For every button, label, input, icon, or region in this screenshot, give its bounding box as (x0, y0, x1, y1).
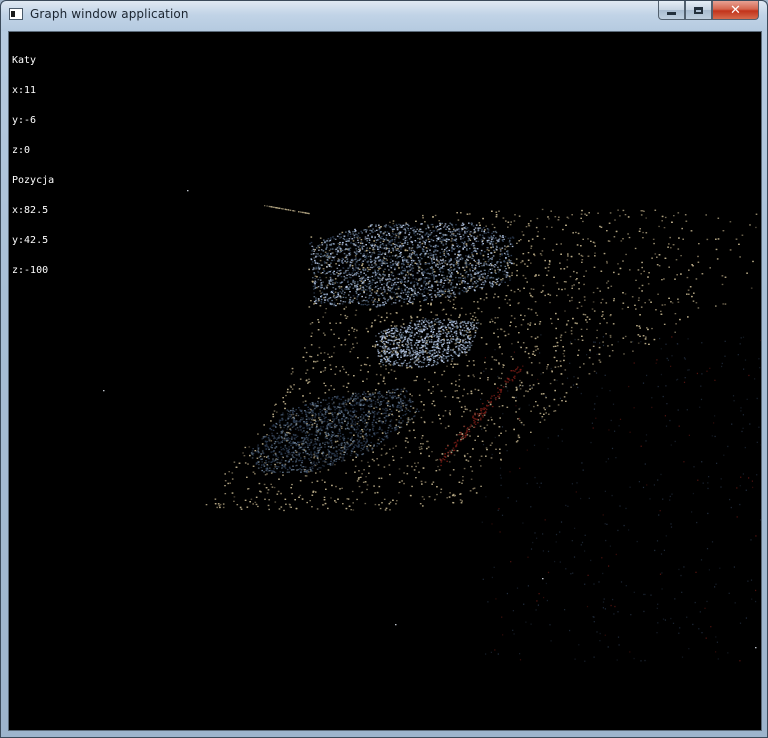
app-icon[interactable] (9, 8, 23, 20)
point-cloud-scene (103, 190, 761, 662)
minimize-button[interactable] (658, 1, 685, 20)
hud-angle-z: z:0 (12, 145, 31, 156)
window-controls: ✕ (658, 1, 759, 21)
hud-pos-y: y:42.5 (12, 235, 49, 246)
hud-position-heading: Pozycja (12, 175, 55, 186)
render-viewport[interactable]: Katy x:11 y:-6 z:0 Pozycja x:82.5 y:42.5… (8, 31, 762, 731)
maximize-icon (694, 6, 703, 14)
maximize-button[interactable] (685, 1, 712, 20)
hud-angle-x: x:11 (12, 85, 37, 96)
hud-angles-heading: Katy (12, 55, 37, 66)
minimize-icon (667, 11, 676, 15)
close-icon: ✕ (730, 2, 741, 18)
hud-pos-x: x:82.5 (12, 205, 49, 216)
close-button[interactable]: ✕ (712, 1, 759, 20)
hud-angle-y: y:-6 (12, 115, 37, 126)
application-window: Graph window application ✕ Katy x:11 y:-… (0, 0, 768, 738)
window-title: Graph window application (30, 7, 189, 21)
hud-overlay: Katy x:11 y:-6 z:0 Pozycja x:82.5 y:42.5… (12, 36, 54, 296)
title-bar[interactable]: Graph window application ✕ (1, 1, 767, 31)
hud-pos-z: z:-100 (12, 265, 49, 276)
